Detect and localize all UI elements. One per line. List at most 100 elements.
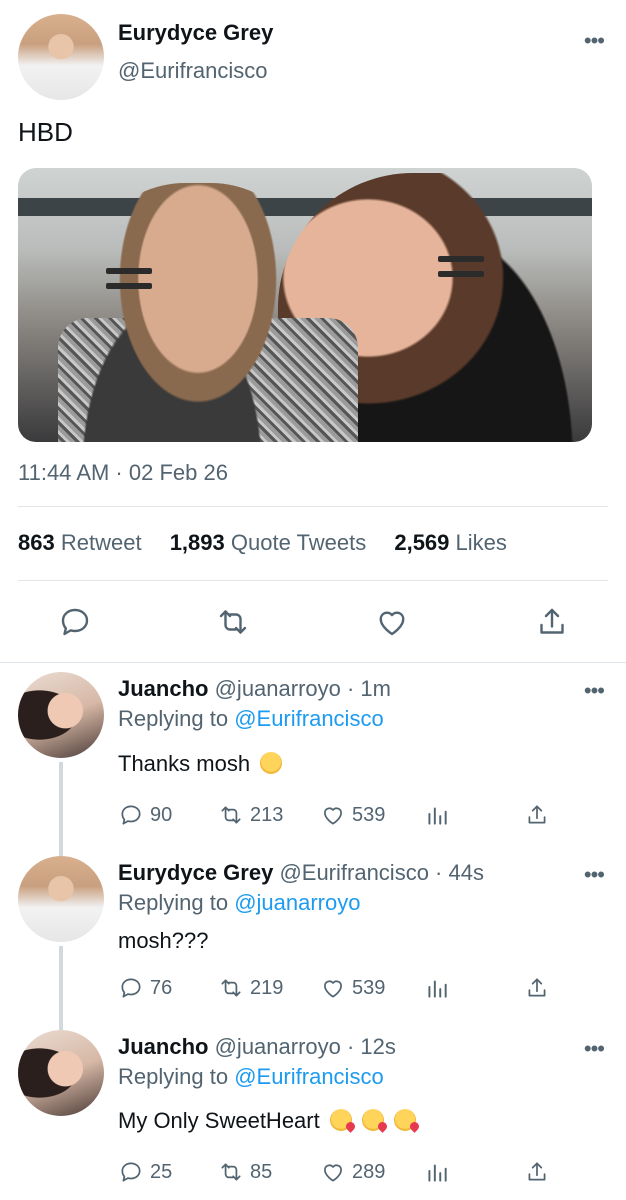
tweet-photo[interactable] [18, 168, 592, 442]
retweet-icon [221, 979, 241, 997]
photo-detail [106, 268, 152, 274]
avatar[interactable] [18, 1030, 104, 1116]
share-icon [528, 1162, 546, 1181]
reply-count: 76 [150, 976, 173, 999]
like-count: 289 [352, 1160, 386, 1183]
reply-text: Thanks mosh [118, 751, 283, 777]
smiling-face-with-hearts-icon [329, 1109, 352, 1131]
main-tweet: Eurydyce Grey @Eurifrancisco ••• HBD 11:… [0, 0, 626, 662]
retweet-label[interactable]: Retweet [61, 530, 142, 555]
reply-icon [121, 978, 141, 998]
reply-author-meta[interactable]: @juanarroyo · 12s [215, 1034, 396, 1059]
retweet-count: 213 [250, 803, 284, 826]
reply-icon[interactable] [57, 604, 93, 640]
reply-text: mosh??? [118, 928, 209, 954]
author-handle[interactable]: @Eurifrancisco [118, 58, 268, 84]
replying-to-label: Replying to [118, 890, 235, 915]
reply-button[interactable]: 76 [118, 973, 172, 1003]
reply-author-name[interactable]: Eurydyce Grey [118, 860, 273, 885]
reply-header: Juancho @juanarroyo · 1m [118, 676, 391, 702]
retweet-count: 219 [250, 976, 284, 999]
photo-detail [438, 271, 484, 277]
like-icon [324, 1164, 342, 1182]
retweet-count: 85 [250, 1160, 273, 1183]
reply-actions: 90 213 539 [118, 800, 558, 830]
reply-text: My Only SweetHeart [118, 1108, 417, 1134]
replying-to-link[interactable]: @juanarroyo [234, 890, 360, 915]
like-count: 539 [352, 803, 386, 826]
reply-author-name[interactable]: Juancho [118, 676, 208, 701]
analytics-button[interactable] [424, 1157, 456, 1187]
replying-to-label: Replying to [118, 706, 235, 731]
reply-header: Eurydyce Grey @Eurifrancisco · 44s [118, 860, 484, 886]
divider [18, 580, 608, 581]
replying-to-link[interactable]: @Eurifrancisco [234, 1064, 384, 1089]
replying-to-link[interactable]: @Eurifrancisco [234, 706, 384, 731]
avatar[interactable] [18, 672, 104, 758]
smiling-face-with-hearts-icon [394, 1109, 417, 1131]
share-button[interactable] [524, 1157, 556, 1187]
reply-author-name[interactable]: Juancho [118, 1034, 208, 1059]
tweet-text: HBD [18, 117, 73, 147]
replying-to: Replying to @juanarroyo [118, 890, 360, 916]
more-options-icon[interactable]: ••• [584, 678, 605, 704]
like-button[interactable]: 289 [320, 1157, 385, 1187]
retweet-icon [221, 1163, 241, 1181]
replying-to: Replying to @Eurifrancisco [118, 1064, 384, 1090]
like-icon [324, 980, 342, 998]
like-button[interactable]: 539 [320, 973, 385, 1003]
smiling-face-icon [260, 752, 283, 774]
analytics-button[interactable] [424, 973, 456, 1003]
more-options-icon[interactable]: ••• [584, 862, 605, 888]
photo-detail [106, 283, 152, 289]
retweet-icon [221, 806, 241, 824]
reply-header: Juancho @juanarroyo · 12s [118, 1034, 396, 1060]
reply-text-body: My Only SweetHeart [118, 1108, 320, 1133]
quote-tweet-label[interactable]: Quote Tweets [231, 530, 366, 555]
tweet-stats: 863 Retweet 1,893 Quote Tweets 2,569 Lik… [18, 530, 529, 556]
reply-count: 90 [150, 803, 173, 826]
analytics-button[interactable] [424, 800, 456, 830]
retweet-count[interactable]: 863 [18, 530, 55, 555]
more-options-icon[interactable]: ••• [584, 1036, 605, 1062]
reply-icon [121, 805, 141, 825]
analytics-icon [428, 1164, 447, 1182]
divider [18, 506, 608, 507]
like-count[interactable]: 2,569 [394, 530, 449, 555]
avatar[interactable] [18, 856, 104, 942]
reply-author-meta[interactable]: @juanarroyo · 1m [215, 676, 391, 701]
more-options-icon[interactable]: ••• [584, 28, 605, 54]
retweet-icon[interactable] [215, 604, 251, 640]
share-icon[interactable] [534, 604, 570, 640]
quote-tweet-count[interactable]: 1,893 [170, 530, 225, 555]
avatar[interactable] [18, 14, 104, 100]
reply-actions: 25 85 289 [118, 1157, 558, 1187]
share-icon [528, 978, 546, 997]
like-icon [324, 807, 342, 825]
reply-tweet[interactable]: Eurydyce Grey @Eurifrancisco · 44s ••• R… [0, 846, 626, 1026]
retweet-button[interactable]: 219 [218, 973, 283, 1003]
photo-person-left [68, 183, 328, 442]
like-icon[interactable] [374, 604, 410, 640]
retweet-button[interactable]: 213 [218, 800, 283, 830]
reply-button[interactable]: 25 [118, 1157, 172, 1187]
share-button[interactable] [524, 973, 556, 1003]
replying-to: Replying to @Eurifrancisco [118, 706, 384, 732]
like-label[interactable]: Likes [456, 530, 507, 555]
smiling-face-with-hearts-icon [361, 1109, 384, 1131]
analytics-icon [428, 980, 447, 998]
like-button[interactable]: 539 [320, 800, 385, 830]
share-button[interactable] [524, 800, 556, 830]
author-name[interactable]: Eurydyce Grey [118, 20, 273, 46]
reply-tweet[interactable]: Juancho @juanarroyo · 12s ••• Replying t… [0, 1020, 626, 1200]
reply-author-meta[interactable]: @Eurifrancisco · 44s [279, 860, 484, 885]
analytics-icon [428, 807, 447, 825]
reply-tweet[interactable]: Juancho @juanarroyo · 1m ••• Replying to… [0, 662, 626, 852]
like-count: 539 [352, 976, 386, 999]
retweet-button[interactable]: 85 [218, 1157, 272, 1187]
photo-detail [438, 256, 484, 262]
share-icon [528, 805, 546, 824]
reply-count: 25 [150, 1160, 173, 1183]
reply-button[interactable]: 90 [118, 800, 172, 830]
tweet-timestamp[interactable]: 11:44 AM · 02 Feb 26 [18, 460, 228, 486]
